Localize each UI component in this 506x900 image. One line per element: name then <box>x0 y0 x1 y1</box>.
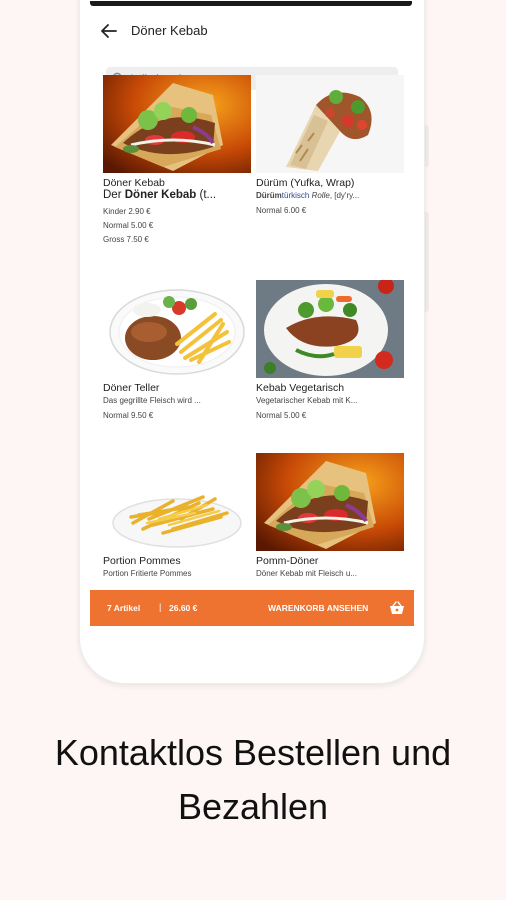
product-price: Gross 7.50 € <box>103 235 149 244</box>
product-price: Normal 5.00 € <box>103 221 154 230</box>
basket-icon <box>390 601 404 614</box>
product-price: Kinder 2.90 € <box>103 207 151 216</box>
product-name: Portion Pommes <box>103 555 181 567</box>
product-price: Normal 9.50 € <box>103 411 154 420</box>
product-description: Döner Kebab mit Fleisch u... <box>256 569 357 578</box>
product-name: Kebab Vegetarisch <box>256 382 345 394</box>
product-card-doener-teller[interactable]: Döner Teller Das gegrillte Fleisch wird … <box>103 280 251 420</box>
app-bar: Döner Kebab <box>90 7 414 55</box>
product-image <box>103 280 251 378</box>
product-name: Pomm-Döner <box>256 555 319 567</box>
product-description: Portion Fritierte Pommes <box>103 569 192 578</box>
view-cart-bar[interactable]: 7 Artikel | 26.60 € WARENKORB ANSEHEN <box>90 590 414 626</box>
product-description: Vegetarischer Kebab mit K... <box>256 396 358 405</box>
product-name: Dürüm (Yufka, Wrap) <box>256 177 355 189</box>
product-image <box>256 75 404 173</box>
app-screen: Döner Kebab Artikel suchen Döner Kebab D… <box>90 7 414 657</box>
product-card-doener-kebab[interactable]: Döner Kebab Der Döner Kebab (t... Kinder… <box>103 75 251 244</box>
product-image <box>256 453 404 551</box>
cart-separator: | <box>159 602 162 612</box>
view-cart-button[interactable]: WARENKORB ANSEHEN <box>268 603 368 613</box>
product-price: Normal 6.00 € <box>256 206 307 215</box>
cart-item-count: 7 Artikel <box>107 603 141 613</box>
product-description: Das gegrillte Fleisch wird ... <box>103 396 201 405</box>
page-title: Döner Kebab <box>131 23 208 38</box>
back-arrow-icon[interactable] <box>100 22 118 40</box>
product-card-portion-pommes[interactable]: Portion Pommes Portion Fritierte Pommes <box>103 453 251 578</box>
product-image <box>103 453 251 551</box>
promo-tagline: Kontaktlos Bestellen und Bezahlen <box>54 732 452 827</box>
phone-side-button <box>425 212 429 312</box>
product-price: Normal 5.00 € <box>256 411 307 420</box>
product-image <box>256 280 404 378</box>
product-card-dueruem[interactable]: Dürüm (Yufka, Wrap) Dürümtürkisch Rolle,… <box>256 75 404 215</box>
cart-total: 26.60 € <box>169 603 198 613</box>
phone-frame: Döner Kebab Artikel suchen Döner Kebab D… <box>79 0 425 684</box>
product-description: Dürümtürkisch Rolle, [dy'ry... <box>256 191 360 200</box>
phone-side-button <box>425 125 429 167</box>
phone-top-bar <box>90 1 412 6</box>
product-card-kebab-vegetarisch[interactable]: Kebab Vegetarisch Vegetarischer Kebab mi… <box>256 280 404 420</box>
product-subtitle: Der Döner Kebab (t... <box>103 189 217 201</box>
product-name: Döner Kebab <box>103 177 165 189</box>
product-name: Döner Teller <box>103 382 160 394</box>
product-card-pomm-doener[interactable]: Pomm-Döner Döner Kebab mit Fleisch u... <box>256 453 404 578</box>
product-image <box>103 75 251 173</box>
